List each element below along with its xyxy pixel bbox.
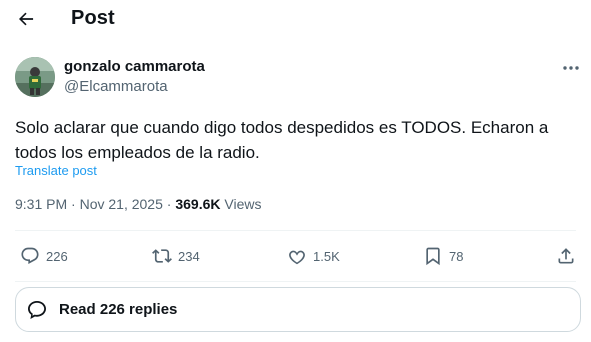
more-horizontal-icon — [563, 66, 579, 70]
share-button[interactable] — [556, 245, 576, 267]
share-upload-icon — [558, 248, 574, 264]
like-button[interactable]: 1.5K — [287, 245, 340, 267]
read-replies-button[interactable]: Read 226 replies — [15, 287, 581, 332]
back-button[interactable] — [14, 8, 38, 30]
arrow-left-icon — [19, 12, 34, 26]
bookmark-button[interactable]: 78 — [423, 245, 463, 267]
chat-bubbles-icon — [28, 300, 46, 319]
repost-count: 234 — [178, 248, 200, 264]
speech-bubble-icon — [21, 247, 39, 265]
more-options-button[interactable] — [559, 58, 583, 78]
post-header: Post — [0, 0, 591, 38]
reply-count: 226 — [46, 248, 68, 264]
avatar-image — [15, 57, 55, 97]
page-title: Post — [71, 7, 115, 29]
bookmark-count: 78 — [449, 248, 464, 264]
bookmark-icon — [426, 247, 440, 266]
post-text: Solo aclarar que cuando digo todos despe… — [15, 118, 549, 162]
author-name[interactable]: gonzalo cammarota — [64, 58, 205, 75]
repost-button[interactable]: 234 — [152, 245, 200, 267]
reply-button[interactable]: 226 — [20, 245, 68, 267]
author-handle[interactable]: @Elcammarota — [64, 78, 168, 95]
divider — [15, 281, 576, 282]
meta-separator: · — [166, 196, 172, 212]
divider — [15, 230, 576, 231]
translate-post-link[interactable]: Translate post — [15, 163, 97, 178]
post-meta: 9:31 PM · Nov 21, 2025 · 369.6K Views — [15, 196, 261, 212]
post-time[interactable]: 9:31 PM — [15, 196, 67, 212]
read-replies-label: Read 226 replies — [59, 301, 178, 318]
meta-separator: · — [71, 196, 76, 212]
heart-icon — [289, 250, 305, 265]
avatar[interactable] — [15, 57, 55, 97]
post-date[interactable]: Nov 21, 2025 — [80, 196, 163, 212]
views-label: Views — [224, 196, 262, 212]
views-count: 369.6K — [175, 196, 221, 212]
repost-arrows-icon — [152, 249, 172, 263]
like-count: 1.5K — [313, 248, 340, 264]
